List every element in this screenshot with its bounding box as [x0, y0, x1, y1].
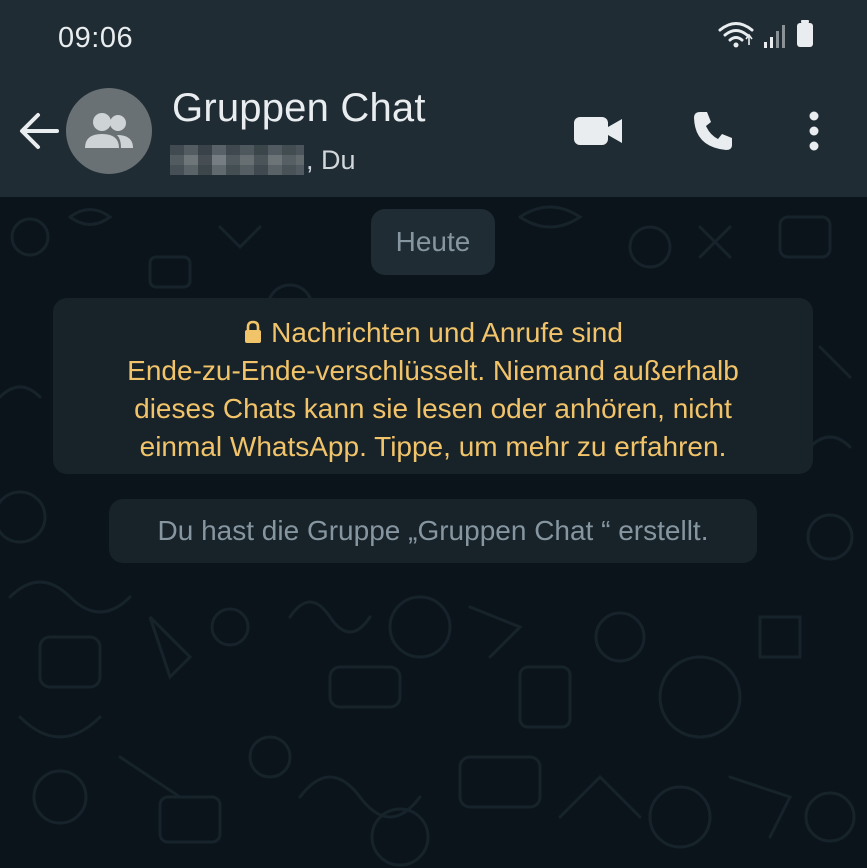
- signal-icon: [763, 23, 787, 54]
- lock-icon: [245, 320, 262, 343]
- participants-suffix: , Du: [306, 144, 356, 175]
- wifi-icon: [717, 19, 755, 54]
- chat-area[interactable]: Heute Nachrichten und Anrufe sind Ende-z…: [0, 197, 867, 868]
- encryption-notice-line-2: Ende-zu-Ende-verschlüsselt. Niemand auße…: [127, 355, 739, 386]
- video-call-icon: [574, 117, 622, 145]
- video-call-button[interactable]: [570, 108, 626, 154]
- group-icon: [85, 113, 133, 148]
- status-time: 09:06: [58, 22, 134, 54]
- voice-call-icon: [694, 112, 732, 150]
- whatsapp-group-chat-screen: 09:06 Gruppen Chat , Du Heute Nachrichte…: [0, 0, 867, 868]
- back-button[interactable]: [14, 106, 64, 156]
- more-options-button[interactable]: [796, 108, 832, 154]
- more-vert-icon: [809, 111, 819, 151]
- battery-icon: [795, 19, 815, 54]
- redacted-participant-name: [170, 145, 304, 175]
- group-created-message: Du hast die Gruppe „Gruppen Chat “ erste…: [109, 499, 757, 563]
- encryption-notice-text-1: Nachrichten und Anrufe sind: [271, 317, 623, 348]
- top-bar: 09:06 Gruppen Chat , Du: [0, 0, 867, 197]
- encryption-notice-line-1: Nachrichten und Anrufe sind: [73, 314, 793, 352]
- participants-line[interactable]: , Du: [170, 142, 356, 178]
- encryption-notice-line-4: einmal WhatsApp. Tippe, um mehr zu erfah…: [139, 431, 727, 462]
- chat-title[interactable]: Gruppen Chat: [172, 86, 426, 131]
- date-separator: Heute: [371, 209, 495, 275]
- status-bar: 09:06: [0, 0, 867, 80]
- group-avatar[interactable]: [66, 88, 152, 174]
- voice-call-button[interactable]: [688, 108, 738, 154]
- encryption-notice[interactable]: Nachrichten und Anrufe sind Ende-zu-Ende…: [53, 298, 813, 474]
- encryption-notice-line-3: dieses Chats kann sie lesen oder anhören…: [134, 393, 732, 424]
- arrow-left-icon: [20, 113, 59, 149]
- status-icons: [717, 20, 815, 54]
- chat-header: Gruppen Chat , Du: [0, 80, 867, 197]
